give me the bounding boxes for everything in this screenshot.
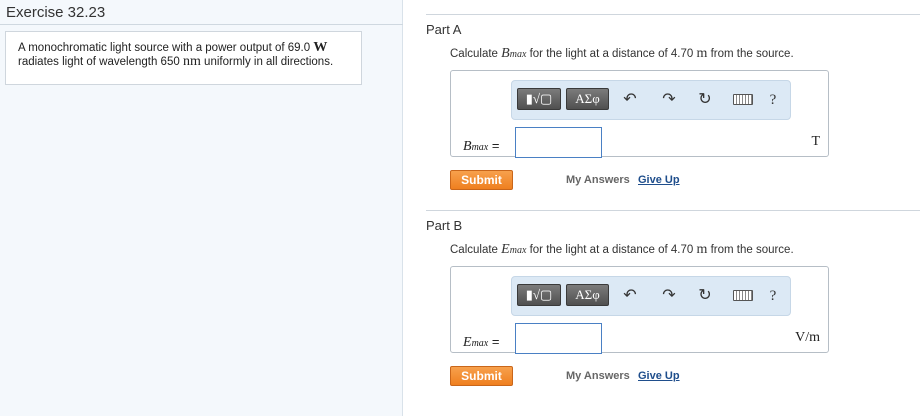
label-variable: Emax xyxy=(463,335,488,350)
answer-panel: ▮√▢ ΑΣφ ↶ ↷ ↻ ? Emax = V/m xyxy=(450,266,829,354)
submit-button[interactable]: Submit xyxy=(450,170,513,190)
help-icon[interactable]: ? xyxy=(762,89,784,111)
redo-icon[interactable]: ↷ xyxy=(658,89,680,111)
submit-button[interactable]: Submit xyxy=(450,366,513,386)
divider xyxy=(426,210,920,211)
question-suffix: from the source. xyxy=(710,48,794,60)
question-text: Calculate Emax for the light at a distan… xyxy=(450,242,794,258)
give-up-link[interactable]: Give Up xyxy=(638,174,680,186)
equals-sign: = xyxy=(491,334,500,349)
question-suffix: from the source. xyxy=(710,244,794,256)
question-unit: m xyxy=(696,242,708,257)
unit-nanometer: nm xyxy=(182,54,201,69)
answer-label: Emax = xyxy=(463,334,499,351)
answer-panel: ▮√▢ ΑΣφ ↶ ↷ ↻ ? Bmax = T xyxy=(450,70,829,158)
my-answers-label: My Answers xyxy=(566,174,630,186)
question-text: Calculate Bmax for the light at a distan… xyxy=(450,46,794,62)
question-variable: Bmax xyxy=(501,46,526,61)
reset-icon[interactable]: ↻ xyxy=(694,285,716,307)
var-symbol: B xyxy=(501,46,510,61)
unit-watt: W xyxy=(313,40,328,55)
math-toolbar: ▮√▢ ΑΣφ ↶ ↷ ↻ ? xyxy=(511,276,791,316)
equals-sign: = xyxy=(491,138,500,153)
problem-text: A monochromatic light source with a powe… xyxy=(18,42,311,54)
var-subscript: max xyxy=(471,142,489,153)
redo-icon[interactable]: ↷ xyxy=(658,285,680,307)
label-variable: Bmax xyxy=(463,139,488,154)
exercise-title: Exercise 32.23 xyxy=(6,4,106,21)
divider xyxy=(426,14,920,15)
undo-icon[interactable]: ↶ xyxy=(619,89,641,111)
answer-unit: T xyxy=(811,134,820,149)
keyboard-icon[interactable] xyxy=(730,285,756,307)
reset-icon[interactable]: ↻ xyxy=(694,89,716,111)
answer-unit: V/m xyxy=(795,330,820,345)
question-prefix: Calculate xyxy=(450,48,498,60)
part-title: Part A xyxy=(426,22,462,37)
symbols-button[interactable]: ΑΣφ xyxy=(566,88,609,110)
problem-panel: Exercise 32.23 A monochromatic light sou… xyxy=(0,0,403,416)
var-symbol: E xyxy=(501,242,510,257)
question-middle: for the light at a distance of 4.70 xyxy=(529,48,694,60)
question-variable: Emax xyxy=(501,242,526,257)
problem-text: uniformly in all directions. xyxy=(204,56,334,68)
templates-button[interactable]: ▮√▢ xyxy=(517,88,561,110)
question-middle: for the light at a distance of 4.70 xyxy=(529,244,694,256)
problem-statement: A monochromatic light source with a powe… xyxy=(5,31,362,85)
problem-text: radiates light of wavelength 650 xyxy=(18,56,180,68)
give-up-link[interactable]: Give Up xyxy=(638,370,680,382)
answer-input[interactable] xyxy=(515,323,602,354)
question-prefix: Calculate xyxy=(450,244,498,256)
templates-button[interactable]: ▮√▢ xyxy=(517,284,561,306)
var-subscript: max xyxy=(471,338,489,349)
undo-icon[interactable]: ↶ xyxy=(619,285,641,307)
answer-input[interactable] xyxy=(515,127,602,158)
divider xyxy=(0,24,403,25)
part-title: Part B xyxy=(426,218,463,233)
var-subscript: max xyxy=(509,245,527,256)
help-icon[interactable]: ? xyxy=(762,285,784,307)
var-subscript: max xyxy=(509,49,527,60)
var-symbol: E xyxy=(463,335,472,350)
question-unit: m xyxy=(696,46,708,61)
symbols-button[interactable]: ΑΣφ xyxy=(566,284,609,306)
answer-label: Bmax = xyxy=(463,138,499,155)
math-toolbar: ▮√▢ ΑΣφ ↶ ↷ ↻ ? xyxy=(511,80,791,120)
var-symbol: B xyxy=(463,139,472,154)
keyboard-icon[interactable] xyxy=(730,89,756,111)
my-answers-label: My Answers xyxy=(566,370,630,382)
